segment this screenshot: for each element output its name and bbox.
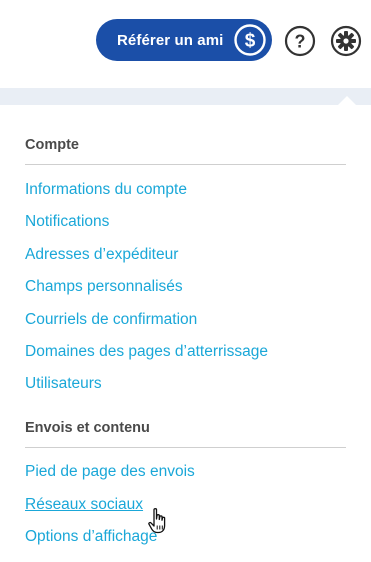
svg-text:?: ? [295,32,306,52]
menu-item-mailing-footer[interactable]: Pied de page des envois [25,463,195,481]
menu-item-display-options[interactable]: Options d’affichage [25,528,157,546]
hand-pointer-cursor-icon [148,508,166,534]
help-icon[interactable]: ? [284,25,316,57]
menu-item-sender-addresses[interactable]: Adresses d’expéditeur [25,246,178,264]
dollar-icon: $ [234,24,266,56]
menu-item-social-networks[interactable]: Réseaux sociaux [25,496,143,514]
menu-item-landing-page-domains[interactable]: Domaines des pages d’atterrissage [25,343,268,361]
settings-dropdown-panel [0,105,371,562]
menu-item-notifications[interactable]: Notifications [25,213,109,231]
menu-item-account-info[interactable]: Informations du compte [25,181,187,199]
section-title-mailings-content: Envois et contenu [25,420,150,436]
section-divider [25,447,346,448]
top-bar: Référer un ami $ ? [0,0,371,88]
gear-icon[interactable] [330,25,362,57]
svg-text:$: $ [245,31,256,52]
header-divider-band [0,88,371,105]
menu-item-users[interactable]: Utilisateurs [25,375,102,393]
section-divider [25,164,346,165]
section-title-account: Compte [25,137,79,153]
refer-friend-button[interactable]: Référer un ami $ [96,19,272,61]
menu-item-custom-fields[interactable]: Champs personnalisés [25,278,183,296]
menu-item-confirmation-emails[interactable]: Courriels de confirmation [25,311,197,329]
refer-friend-label: Référer un ami [117,31,224,49]
